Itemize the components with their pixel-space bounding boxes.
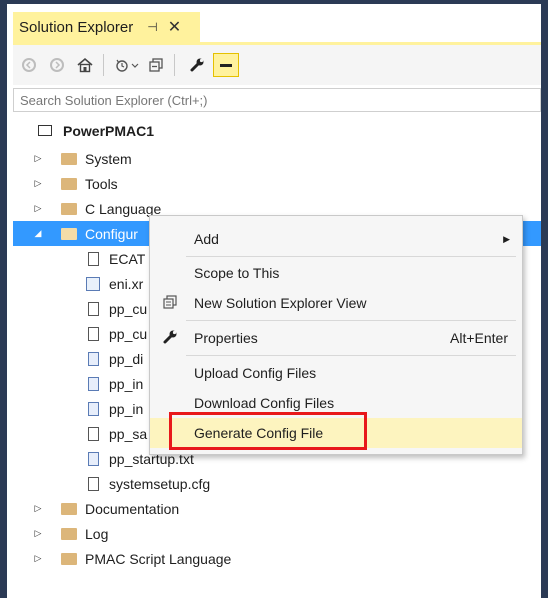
tree-item-tools[interactable]: ▷ Tools <box>13 171 541 196</box>
tree-item-pmac-script-language[interactable]: ▷ PMAC Script Language <box>13 546 541 571</box>
window-left-border <box>0 0 7 598</box>
project-icon <box>37 124 53 138</box>
tree-item-documentation[interactable]: ▷ Documentation <box>13 496 541 521</box>
tree-item-label: Documentation <box>85 500 180 517</box>
tree-item-label: pp_in <box>109 375 144 392</box>
collapse-arrow-icon[interactable]: ◢ <box>33 228 43 239</box>
expand-arrow-icon[interactable]: ▷ <box>33 203 43 214</box>
tree-item-label: ECAT <box>109 250 146 267</box>
toolbar <box>13 45 541 85</box>
forward-icon[interactable] <box>45 51 69 79</box>
file-icon <box>85 476 101 491</box>
tree-item-label: pp_cu <box>109 300 148 317</box>
wrench-icon <box>158 329 182 348</box>
menu-separator <box>186 355 516 356</box>
expand-arrow-icon[interactable]: ▷ <box>33 153 43 164</box>
tab-title: Solution Explorer <box>19 18 134 36</box>
folder-icon <box>61 202 77 216</box>
tree-item-label: pp_sa <box>109 425 148 442</box>
tree-item-label: pp_in <box>109 400 144 417</box>
menu-item-label: Scope to This <box>194 265 280 281</box>
toolbar-separator <box>103 54 104 76</box>
expand-arrow-icon[interactable]: ▷ <box>33 503 43 514</box>
file-icon <box>85 251 101 266</box>
solution-explorer-window: Solution Explorer ⊣ ✕ Search Solution Ex… <box>0 0 548 598</box>
project-label: PowerPMAC1 <box>63 122 155 139</box>
close-icon[interactable]: ✕ <box>168 17 181 37</box>
expand-arrow-icon[interactable]: ▷ <box>33 553 43 564</box>
file-icon <box>85 326 101 341</box>
menu-item-scope-to-this[interactable]: Scope to This <box>150 258 522 288</box>
folder-icon <box>61 177 77 191</box>
menu-item-properties[interactable]: Properties Alt+Enter <box>150 323 522 353</box>
folder-icon <box>61 527 77 541</box>
tree-item-log[interactable]: ▷ Log <box>13 521 541 546</box>
tree-item-project[interactable]: PowerPMAC1 <box>13 118 541 143</box>
tab-solution-explorer[interactable]: Solution Explorer ⊣ ✕ <box>13 12 200 42</box>
tree-item-system[interactable]: ▷ System <box>13 146 541 171</box>
tree-item-label: Tools <box>85 175 118 192</box>
toolbar-separator <box>174 54 175 76</box>
highlight-annotation-box <box>169 412 367 450</box>
tree-item-file[interactable]: systemsetup.cfg <box>13 471 541 496</box>
menu-item-label: Add <box>194 231 219 247</box>
text-file-icon <box>85 351 101 366</box>
expand-arrow-icon[interactable]: ▷ <box>33 528 43 539</box>
pin-icon[interactable]: ⊣ <box>147 20 157 34</box>
menu-item-add[interactable]: Add ▶ <box>150 224 522 254</box>
expand-arrow-icon[interactable]: ▷ <box>33 178 43 189</box>
folder-icon <box>61 502 77 516</box>
tree-item-label: systemsetup.cfg <box>109 475 211 492</box>
text-file-icon <box>85 376 101 391</box>
shortcut-label: Alt+Enter <box>450 330 508 346</box>
search-input[interactable]: Search Solution Explorer (Ctrl+;) <box>13 88 541 112</box>
text-file-icon <box>85 401 101 416</box>
menu-item-upload-config-files[interactable]: Upload Config Files <box>150 358 522 388</box>
tree-item-label: PMAC Script Language <box>85 550 232 567</box>
wrench-icon[interactable] <box>185 51 209 79</box>
file-icon <box>85 301 101 316</box>
folder-icon <box>61 552 77 566</box>
collapse-all-icon[interactable] <box>144 51 168 79</box>
history-icon[interactable] <box>114 51 140 79</box>
menu-separator <box>186 320 516 321</box>
menu-item-label: New Solution Explorer View <box>194 295 367 311</box>
tree-item-label: Log <box>85 525 109 542</box>
folder-icon <box>61 152 77 166</box>
new-view-icon <box>158 294 182 313</box>
menu-item-label: Upload Config Files <box>194 365 317 381</box>
tree-item-label: System <box>85 150 132 167</box>
text-file-icon <box>85 451 101 466</box>
back-icon[interactable] <box>17 51 41 79</box>
menu-item-label: Download Config Files <box>194 395 335 411</box>
menu-item-new-solution-explorer-view[interactable]: New Solution Explorer View <box>150 288 522 318</box>
tree-item-label: Configur <box>85 225 138 242</box>
menu-separator <box>186 256 516 257</box>
window-right-border <box>541 0 548 598</box>
folder-open-icon <box>61 227 77 241</box>
tree-item-label: pp_di <box>109 350 144 367</box>
tree-item-label: eni.xr <box>109 275 144 292</box>
menu-item-label: Properties <box>194 330 258 346</box>
submenu-arrow-icon: ▶ <box>503 233 510 244</box>
tree-item-label: pp_cu <box>109 325 148 342</box>
home-icon[interactable] <box>73 51 97 79</box>
file-icon <box>85 426 101 441</box>
xml-file-icon <box>85 276 101 291</box>
preview-icon[interactable] <box>213 53 239 77</box>
